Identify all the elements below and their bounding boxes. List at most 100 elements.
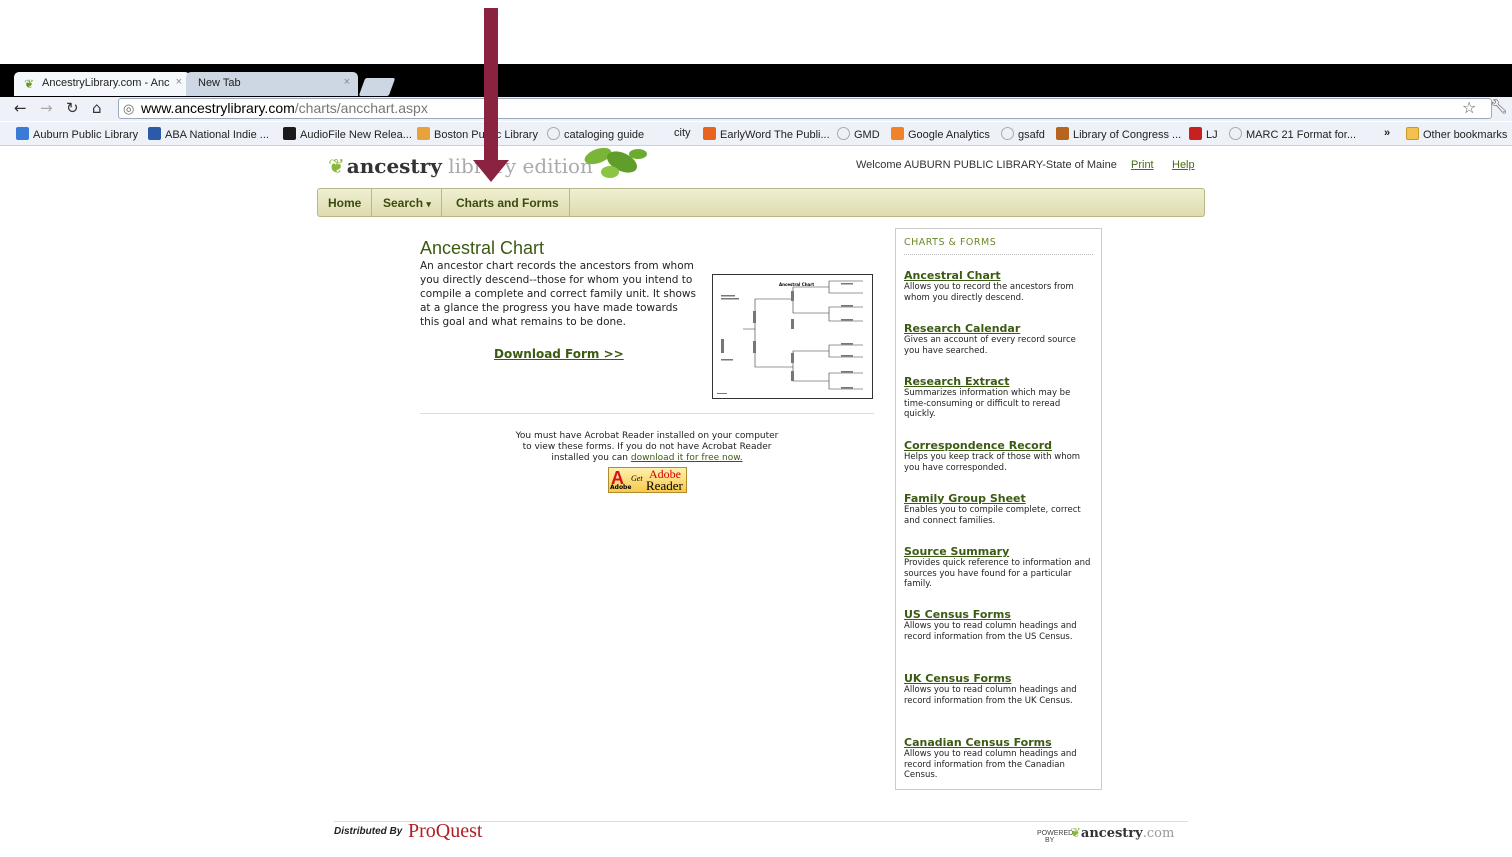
address-bar[interactable]: ◎ www.ancestrylibrary.com/charts/ancchar…	[118, 98, 1492, 119]
nav-home[interactable]: Home	[318, 189, 373, 216]
bookmark-library-of-congress[interactable]: Library of Congress ...	[1056, 127, 1181, 141]
nav-search[interactable]: Search ▾	[373, 189, 442, 216]
sidebar-link[interactable]: Canadian Census Forms	[904, 736, 1094, 749]
chart-description: An ancestor chart records the ancestors …	[420, 260, 696, 328]
bookmark-cataloging-guide[interactable]: cataloging guide	[547, 127, 644, 141]
bookmark-star-icon[interactable]: ☆	[1462, 98, 1476, 117]
chart-preview-image: Ancestral Chart	[717, 280, 863, 394]
bookmark-gsafd[interactable]: gsafd	[1001, 127, 1045, 141]
bookmark-favicon-icon	[891, 127, 904, 140]
page-title: Ancestral Chart	[420, 238, 545, 258]
tab-close-icon[interactable]: ×	[176, 76, 182, 88]
sidebar-item-desc: Allows you to read column headings and r…	[904, 621, 1077, 642]
bookmark-city[interactable]: city	[674, 127, 691, 139]
sidebar-link[interactable]: Family Group Sheet	[904, 492, 1094, 505]
bookmark-favicon-icon	[1001, 127, 1014, 140]
bookmark-gmd[interactable]: GMD	[837, 127, 880, 141]
welcome-message: Welcome AUBURN PUBLIC LIBRARY-State of M…	[856, 159, 1117, 171]
home-icon[interactable]: ⌂	[92, 99, 102, 117]
sidebar-item-correspondence-record: Correspondence Record Helps you keep tra…	[904, 439, 1094, 473]
sidebar-link[interactable]: Research Extract	[904, 375, 1094, 388]
nav-charts-and-forms[interactable]: Charts and Forms	[446, 189, 570, 216]
sidebar-heading: CHARTS & FORMS	[904, 237, 1093, 255]
sidebar-link[interactable]: Correspondence Record	[904, 439, 1094, 452]
sidebar-item-canadian-census-forms: Canadian Census Forms Allows you to read…	[904, 736, 1094, 781]
bookmark-favicon-icon	[417, 127, 430, 140]
tab-close-icon[interactable]: ×	[344, 76, 350, 88]
ancestry-library-logo[interactable]: ❦ ancestry library edition	[328, 154, 593, 178]
bookmark-google-analytics[interactable]: Google Analytics	[891, 127, 990, 141]
ancestry-footer-logo[interactable]: ❦ancestry.com	[1070, 826, 1174, 841]
tab-new-tab[interactable]: New Tab ×	[186, 72, 358, 96]
bookmark-boston-public-library[interactable]: Boston Public Library	[417, 127, 538, 141]
dropdown-caret-icon: ▾	[426, 199, 431, 209]
sidebar-item-desc: Allows you to record the ancestors from …	[904, 282, 1074, 303]
ancestry-favicon-icon: ❦	[24, 77, 35, 91]
svg-text:Ancestral Chart: Ancestral Chart	[779, 282, 814, 287]
bookmark-favicon-icon	[1056, 127, 1069, 140]
sidebar-item-desc: Allows you to read column headings and r…	[904, 685, 1077, 706]
bookmark-favicon-icon	[547, 127, 560, 140]
reload-icon[interactable]: ↻	[66, 99, 79, 117]
annotation-arrow-down-icon	[473, 160, 509, 182]
bookmark-aba-national-indie[interactable]: ABA National Indie ...	[148, 127, 269, 141]
sidebar-item-ancestral-chart: Ancestral Chart Allows you to record the…	[904, 269, 1094, 303]
sidebar-item-research-extract: Research Extract Summarizes information …	[904, 375, 1094, 420]
browser-tabstrip: ❦ AncestryLibrary.com - Anc × New Tab ×	[0, 64, 1512, 97]
sidebar-item-us-census-forms: US Census Forms Allows you to read colum…	[904, 608, 1094, 642]
bookmark-favicon-icon	[837, 127, 850, 140]
acrobat-notice: You must have Acrobat Reader installed o…	[515, 431, 779, 463]
bookmark-marc21[interactable]: MARC 21 Format for...	[1229, 127, 1356, 141]
bookmark-earlyword[interactable]: EarlyWord The Publi...	[703, 127, 830, 141]
bookmark-favicon-icon	[16, 127, 29, 140]
wrench-menu-icon[interactable]: 🔧︎	[1490, 99, 1508, 115]
sidebar-item-desc: Summarizes information which may be time…	[904, 388, 1071, 419]
sidebar-item-desc: Allows you to read column headings and r…	[904, 749, 1077, 780]
folder-icon	[1406, 127, 1419, 140]
page-content: ❦ ancestry library edition Welcome AUBURN…	[0, 146, 1512, 857]
powered-by-label: POWERED BY	[1037, 830, 1074, 844]
proquest-logo[interactable]: ProQuest	[408, 820, 482, 843]
back-arrow-icon[interactable]: ←	[14, 99, 27, 117]
help-link[interactable]: Help	[1172, 159, 1195, 171]
sidebar-item-desc: Helps you keep track of those with whom …	[904, 452, 1081, 473]
sidebar-item-uk-census-forms: UK Census Forms Allows you to read colum…	[904, 672, 1094, 706]
sidebar-item-source-summary: Source Summary Provides quick reference …	[904, 545, 1094, 590]
forward-arrow-icon[interactable]: →	[40, 99, 53, 117]
sidebar-link[interactable]: Research Calendar	[904, 322, 1094, 335]
charts-forms-sidebar: CHARTS & FORMS Ancestral Chart Allows yo…	[895, 228, 1102, 790]
sidebar-item-family-group-sheet: Family Group Sheet Enables you to compil…	[904, 492, 1094, 526]
sidebar-item-desc: Enables you to compile complete, correct…	[904, 505, 1081, 526]
download-form-link[interactable]: Download Form >>	[494, 347, 624, 361]
content-divider	[420, 413, 874, 414]
bookmark-audiofile[interactable]: AudioFile New Relea...	[283, 127, 412, 141]
acrobat-download-link[interactable]: download it for free now.	[631, 453, 743, 463]
distributed-by-label: Distributed By	[334, 826, 403, 837]
sidebar-link[interactable]: Source Summary	[904, 545, 1094, 558]
other-bookmarks-folder[interactable]: Other bookmarks	[1406, 127, 1507, 141]
browser-toolbar: ← → ↻ ⌂ ◎ www.ancestrylibrary.com/charts…	[0, 97, 1512, 121]
bookmark-favicon-icon	[148, 127, 161, 140]
new-tab-button[interactable]	[358, 78, 396, 96]
bookmark-auburn-public-library[interactable]: Auburn Public Library	[16, 127, 138, 141]
bookmark-favicon-icon	[1189, 127, 1202, 140]
sidebar-link[interactable]: US Census Forms	[904, 608, 1094, 621]
sidebar-link[interactable]: Ancestral Chart	[904, 269, 1094, 282]
bookmark-favicon-icon	[283, 127, 296, 140]
get-adobe-reader-button[interactable]: A Adobe Get Adobe Reader	[608, 467, 687, 493]
url-path: /charts/ancchart.aspx	[294, 100, 428, 116]
leaves-decoration-icon	[584, 147, 647, 178]
tab-ancestry[interactable]: ❦ AncestryLibrary.com - Anc ×	[14, 72, 190, 96]
ancestry-leaf-icon: ❦	[328, 154, 345, 178]
bookmark-lj[interactable]: LJ	[1189, 127, 1218, 141]
print-link[interactable]: Print	[1131, 159, 1154, 171]
top-margin	[0, 0, 1512, 64]
ancestral-chart-thumbnail[interactable]: Ancestral Chart	[712, 274, 873, 399]
tab-label: AncestryLibrary.com - Anc	[42, 77, 170, 89]
annotation-arrow-shaft	[484, 8, 498, 164]
sidebar-item-desc: Provides quick reference to information …	[904, 558, 1091, 589]
bookmark-favicon-icon	[703, 127, 716, 140]
bookmark-favicon-icon	[1229, 127, 1242, 140]
sidebar-link[interactable]: UK Census Forms	[904, 672, 1094, 685]
bookmarks-overflow-icon[interactable]: »	[1384, 127, 1390, 139]
